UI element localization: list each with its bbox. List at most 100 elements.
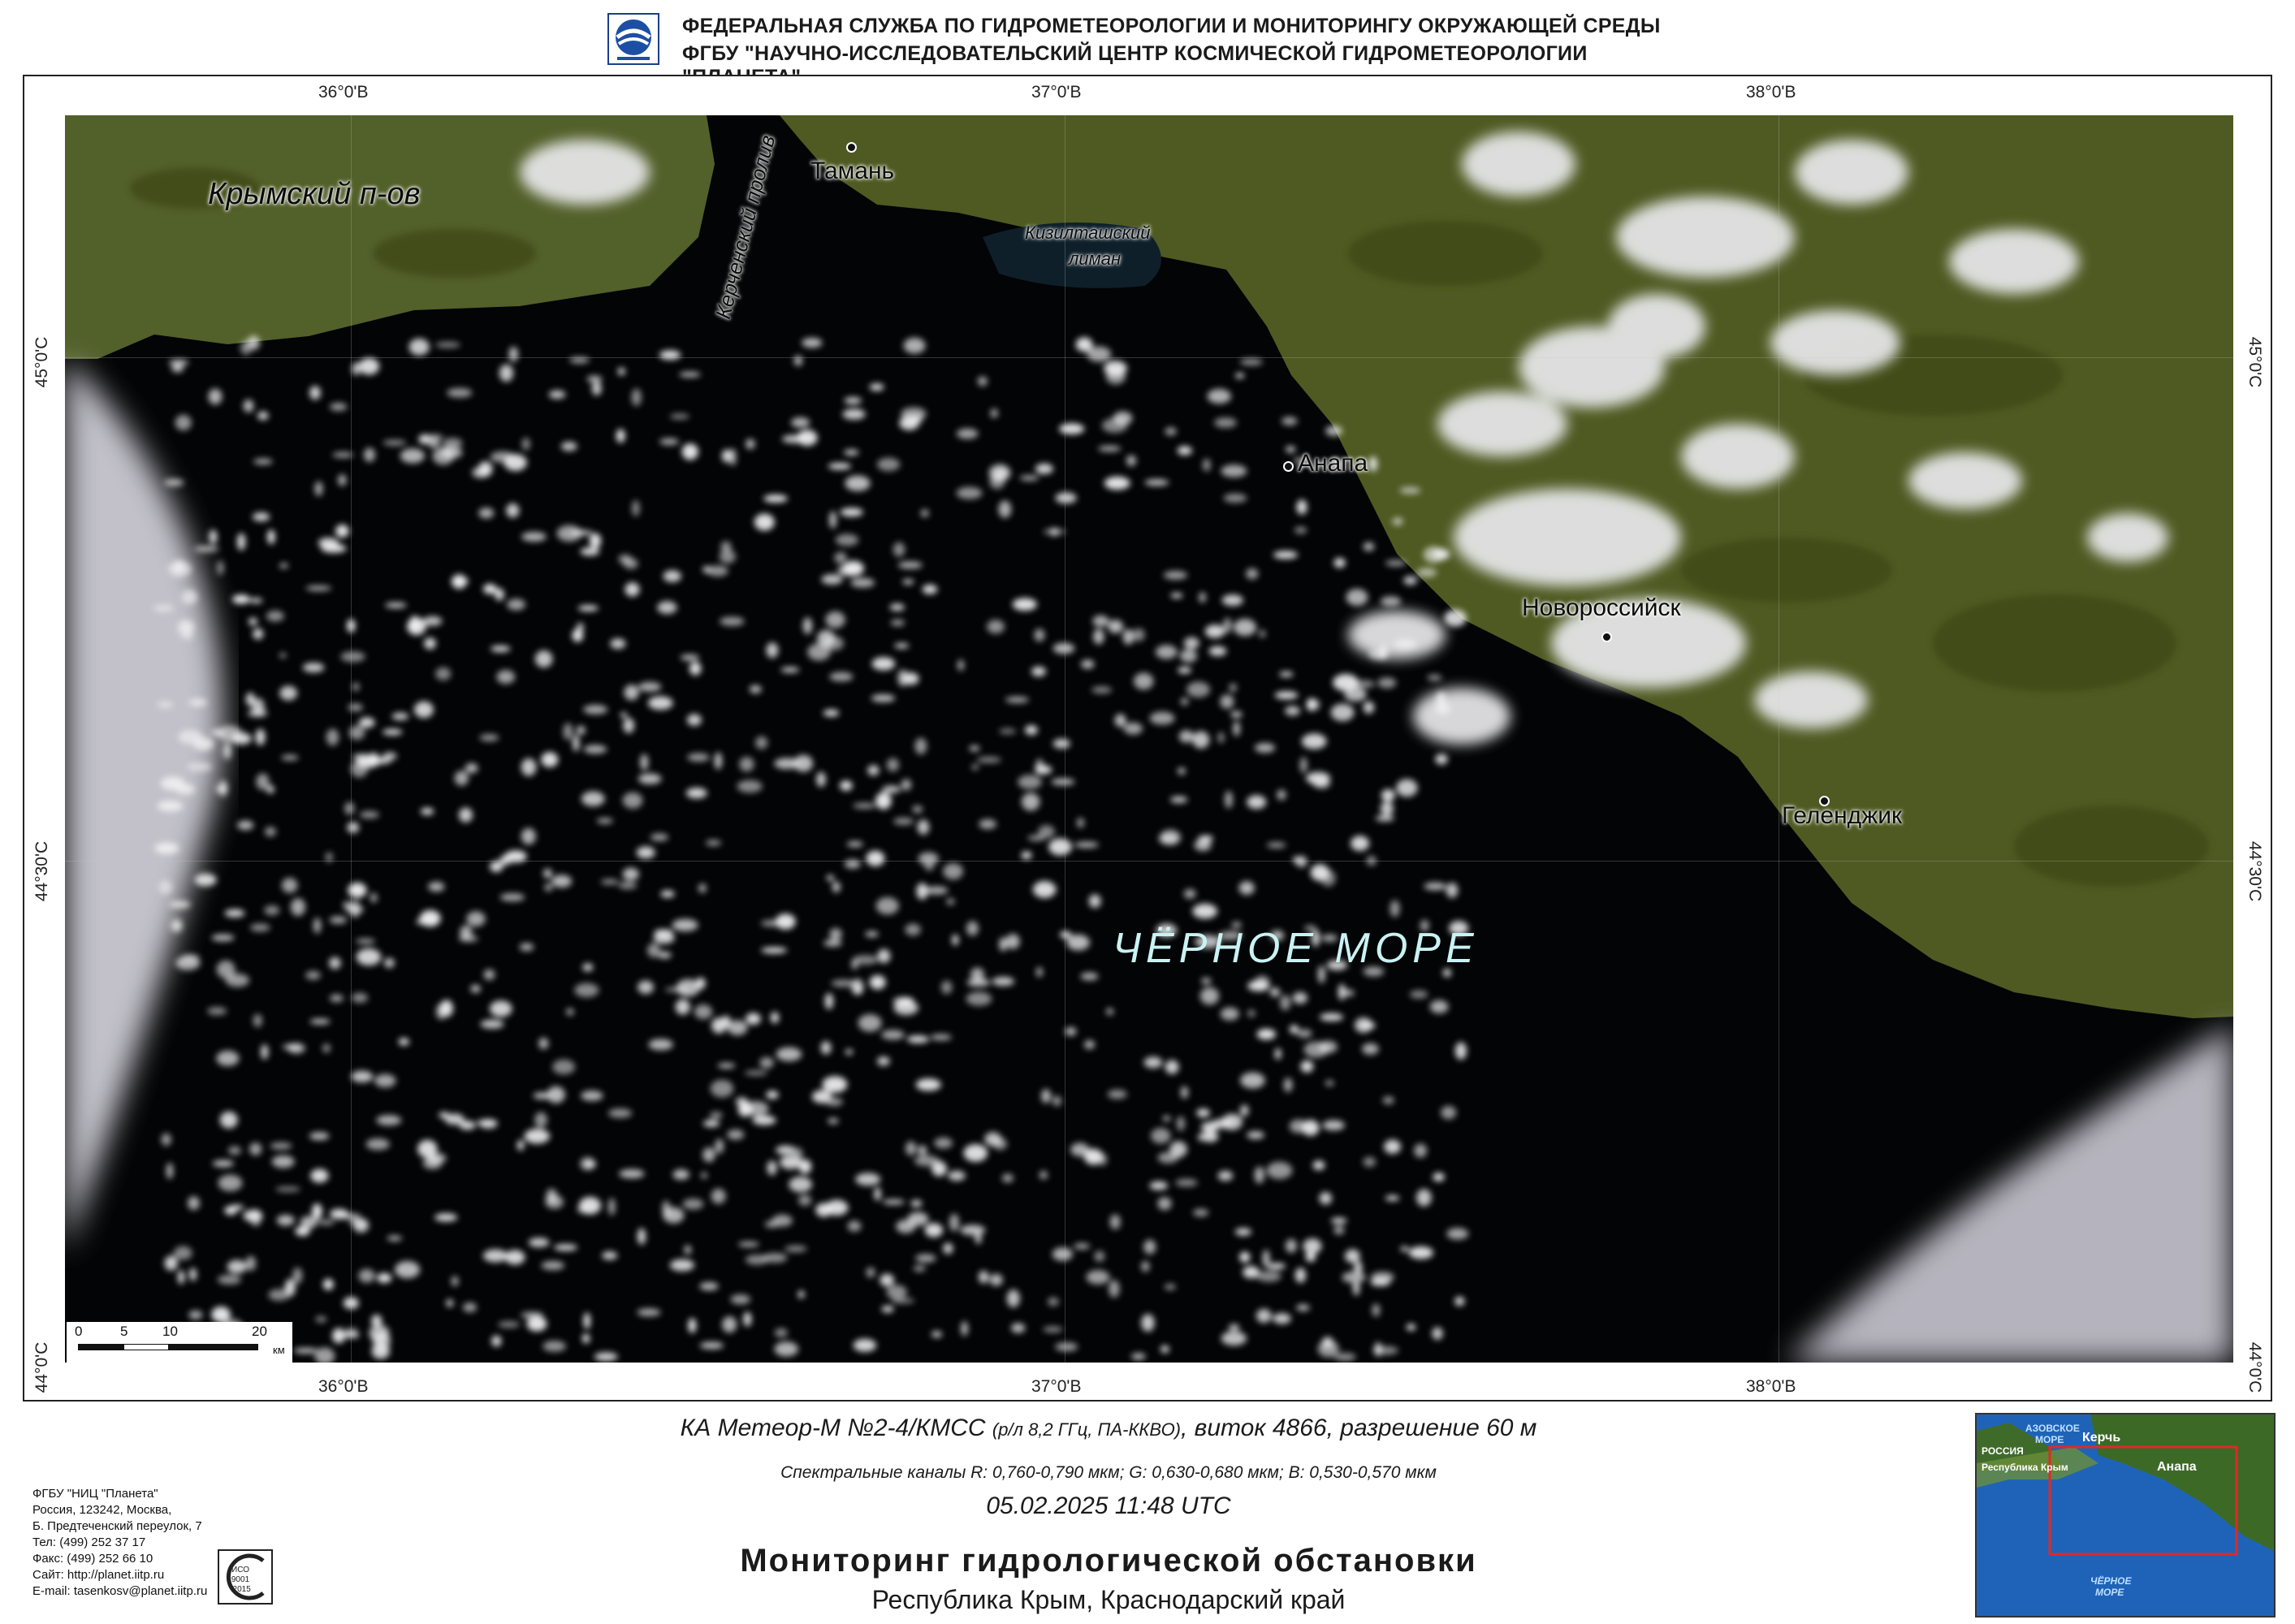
sea-cloud	[637, 1228, 646, 1245]
sea-cloud	[1380, 645, 1388, 659]
sea-cloud	[1043, 1326, 1063, 1332]
sea-cloud	[865, 931, 879, 937]
sea-cloud	[1375, 815, 1394, 822]
sea-cloud	[618, 881, 638, 889]
sea-cloud	[943, 1242, 953, 1255]
sea-cloud	[1066, 934, 1090, 951]
sea-cloud	[657, 951, 672, 959]
sea-cloud	[720, 616, 745, 626]
sea-cloud	[1091, 686, 1112, 693]
sea-cloud	[918, 852, 939, 866]
sea-cloud	[1433, 1173, 1445, 1181]
sea-cloud	[435, 1004, 447, 1020]
sea-cloud	[851, 978, 864, 996]
sea-cloud	[483, 969, 495, 980]
sea-cloud	[1050, 527, 1058, 537]
sea-cloud	[698, 883, 707, 893]
sea-cloud	[1400, 1246, 1409, 1252]
sea-cloud	[237, 820, 254, 831]
sea-cloud	[910, 1199, 923, 1207]
sea-cloud	[797, 430, 818, 446]
sea-cloud	[686, 714, 702, 726]
sea-cloud	[435, 342, 460, 348]
sea-cloud	[776, 1047, 802, 1061]
sea-cloud	[1126, 455, 1137, 467]
sea-cloud	[1363, 1156, 1377, 1167]
sea-cloud	[164, 1255, 178, 1271]
sea-cloud	[752, 1115, 776, 1125]
sea-cloud	[1109, 1214, 1121, 1230]
sea-cloud	[548, 390, 566, 399]
sea-cloud	[636, 846, 655, 859]
sea-cloud	[850, 577, 875, 588]
sea-cloud	[1122, 628, 1135, 645]
sea-cloud	[314, 481, 323, 496]
sea-cloud	[1416, 1189, 1432, 1207]
sea-cloud	[223, 742, 231, 760]
sea-cloud	[1170, 796, 1188, 803]
sea-cloud	[701, 1172, 707, 1179]
sea-cloud	[869, 975, 886, 990]
sea-cloud	[309, 386, 321, 400]
sea-cloud	[261, 1044, 269, 1060]
sea-cloud	[1048, 1297, 1059, 1307]
sea-cloud	[608, 1108, 633, 1118]
sea-cloud	[178, 730, 203, 745]
sea-cloud	[1186, 681, 1210, 698]
sea-cloud	[1233, 721, 1240, 736]
sea-cloud	[682, 1199, 704, 1210]
sea-cloud	[1320, 870, 1336, 887]
sea-cloud	[451, 1276, 459, 1287]
sea-cloud	[284, 1279, 296, 1297]
sea-cloud	[1424, 882, 1446, 891]
sea-cloud	[490, 1000, 512, 1017]
sea-cloud	[1429, 1000, 1449, 1013]
sea-cloud	[659, 438, 680, 445]
sea-cloud	[669, 1259, 695, 1272]
lon-label-36-top: 36°0'В	[318, 83, 369, 102]
sea-cloud	[1355, 1017, 1372, 1033]
sea-cloud	[1396, 779, 1418, 797]
sea-cloud	[1074, 1243, 1090, 1250]
sea-cloud	[249, 1142, 262, 1155]
sea-cloud	[840, 780, 853, 791]
lat-label-45-left: 45°0'С	[32, 336, 51, 388]
sea-cloud	[877, 1056, 890, 1066]
sea-cloud	[1101, 417, 1128, 434]
contact-org: ФГБУ "НИЦ "Планета"	[32, 1487, 158, 1501]
sea-cloud	[791, 417, 810, 428]
sea-cloud	[650, 833, 669, 841]
sea-cloud	[276, 1215, 295, 1226]
sea-cloud	[421, 807, 434, 815]
sea-cloud	[1220, 694, 1234, 709]
sea-cloud	[181, 590, 197, 605]
sea-cloud	[1197, 1133, 1205, 1142]
sea-cloud	[519, 943, 534, 952]
inset-label-kerch: Керчь	[2082, 1431, 2121, 1445]
sea-cloud	[722, 1015, 731, 1028]
sea-cloud	[209, 529, 218, 545]
sea-cloud	[581, 1091, 603, 1101]
roshydromet-logo-icon	[607, 13, 659, 65]
sea-cloud	[623, 718, 635, 733]
sea-cloud	[913, 1265, 926, 1272]
sea-cloud	[845, 1049, 854, 1055]
sea-cloud	[282, 1043, 300, 1051]
sea-cloud	[792, 1147, 803, 1160]
sea-cloud	[1163, 571, 1188, 580]
sea-cloud	[1370, 1278, 1390, 1286]
sea-cloud	[905, 1141, 917, 1156]
sea-cloud	[442, 438, 463, 448]
sea-cloud	[871, 657, 896, 671]
sea-cloud	[1204, 624, 1225, 638]
lon-label-37-top: 37°0'В	[1031, 83, 1082, 102]
sea-cloud	[212, 1160, 235, 1167]
sea-cloud	[802, 617, 813, 635]
sea-cloud	[1086, 1270, 1110, 1285]
sea-cloud	[1286, 446, 1296, 453]
sea-cloud	[622, 867, 639, 881]
sea-cloud	[330, 994, 344, 1003]
sea-cloud	[1012, 598, 1037, 611]
sea-cloud	[672, 1169, 689, 1180]
sea-cloud	[583, 705, 608, 715]
